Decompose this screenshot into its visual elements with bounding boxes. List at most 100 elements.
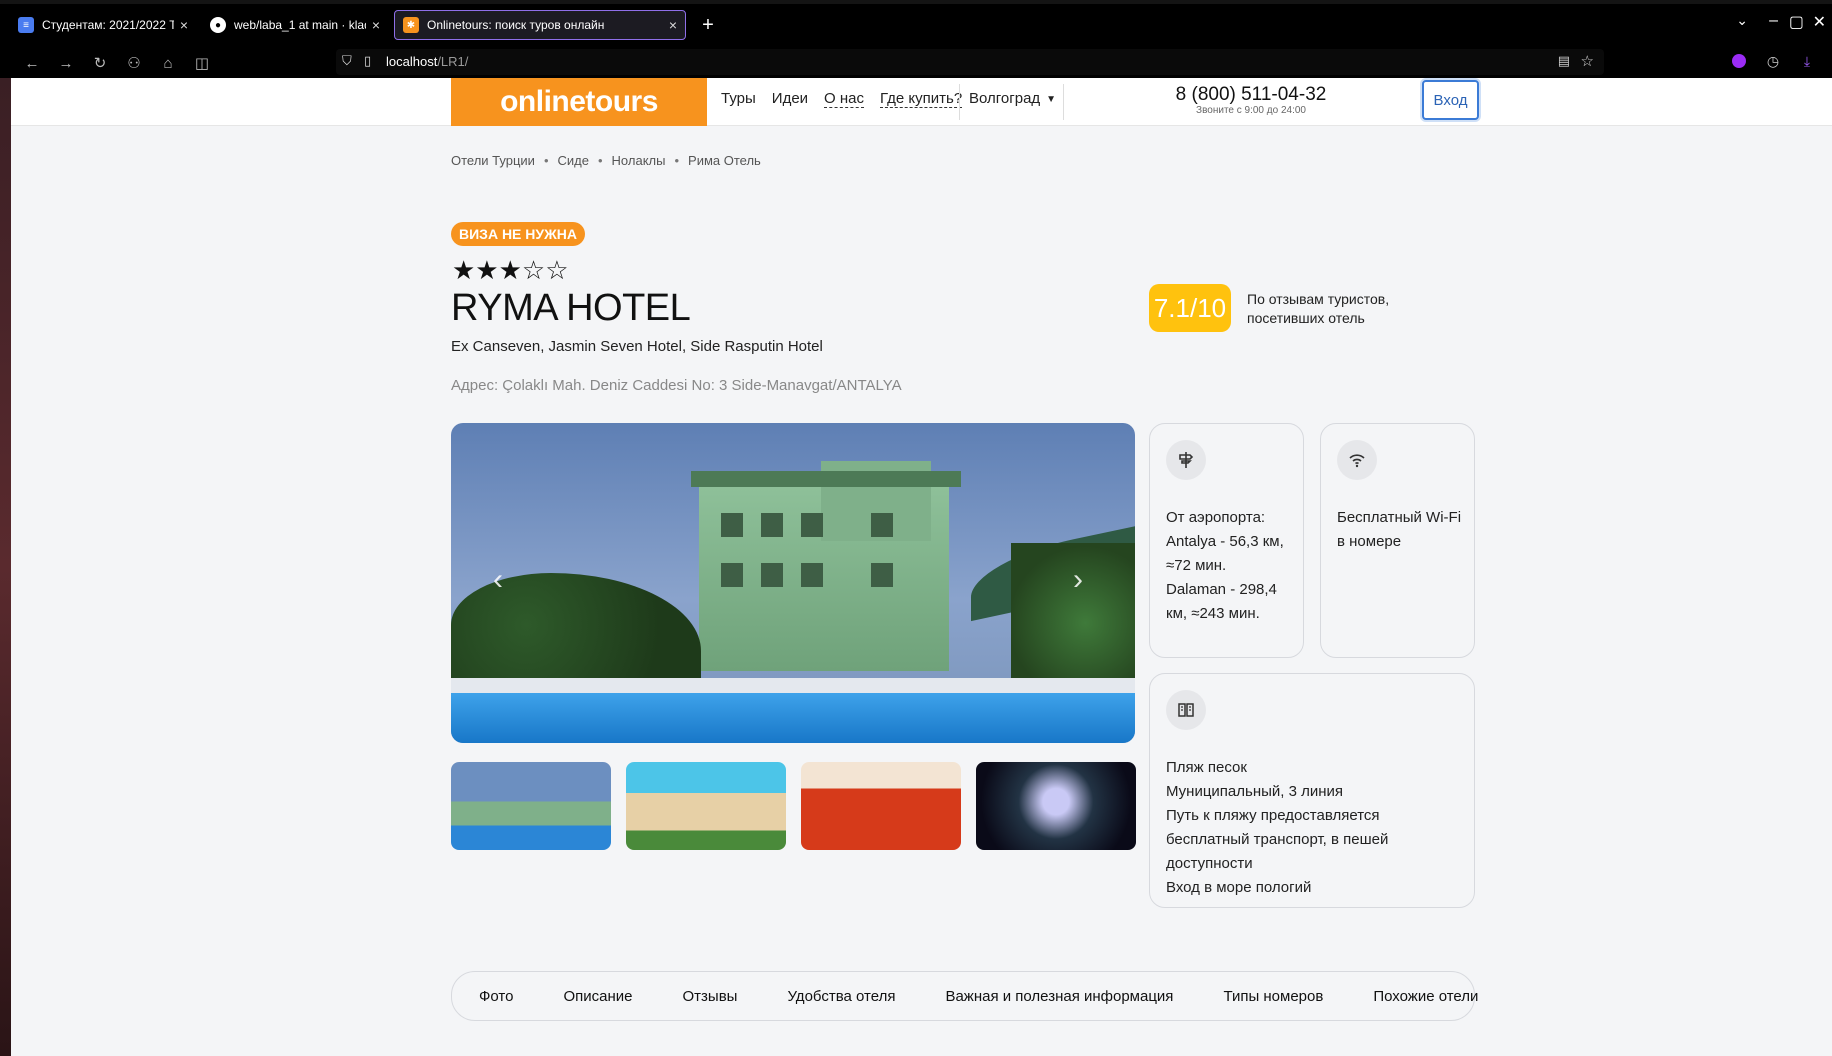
former-names: Ex Canseven, Jasmin Seven Hotel, Side Ra… — [451, 338, 823, 355]
forward-icon[interactable]: → — [54, 52, 78, 74]
site-logo[interactable]: onlinetours — [451, 78, 707, 126]
beach-icon — [1166, 690, 1206, 730]
maximize-icon[interactable]: ▢ — [1789, 12, 1804, 32]
photo-window — [761, 563, 783, 587]
gallery-thumbnail-2[interactable] — [626, 762, 786, 850]
breadcrumb-item[interactable]: Нолаклы — [612, 153, 666, 168]
tab-title: Onlinetours: поиск туров онлайн — [427, 18, 605, 32]
breadcrumb-separator: • — [674, 153, 680, 168]
page-icon: ▯ — [364, 53, 372, 68]
wifi-icon — [1337, 440, 1377, 480]
tab-important-info[interactable]: Важная и полезная информация — [945, 988, 1173, 1005]
account-icon[interactable]: ⚇ — [122, 52, 146, 74]
downloads-icon[interactable]: ⤓ — [1798, 52, 1816, 70]
browser-tab-2[interactable]: ● web/laba_1 at main · kladezh/web × — [202, 10, 388, 40]
main-menu: Туры Идеи О нас Где купить? — [721, 90, 963, 108]
photo-window — [801, 563, 823, 587]
beach-line: Вход в море пологий — [1166, 879, 1312, 896]
url-bar[interactable]: ⛉ ▯ localhost/LR1/ ▤ ☆ — [336, 49, 1604, 75]
sidebar-icon[interactable]: ◫ — [190, 52, 214, 74]
tab-description[interactable]: Описание — [563, 988, 632, 1005]
login-button[interactable]: Вход — [1422, 80, 1479, 120]
browser-tab-1[interactable]: ≡ Студентам: 2021/2022 Технологии × — [10, 10, 196, 40]
breadcrumb-item[interactable]: Рима Отель — [688, 153, 761, 168]
wifi-text: Бесплатный Wi-Fi в номере — [1337, 509, 1462, 550]
gallery-thumbnail-4[interactable] — [976, 762, 1136, 850]
bookmark-star-icon[interactable]: ☆ — [1581, 52, 1594, 70]
close-icon[interactable]: × — [372, 17, 380, 33]
beach-line: Путь к пляжу предоставляется бесплатный … — [1166, 807, 1389, 872]
photo-window — [721, 513, 743, 537]
shield-icon[interactable]: ⛉ — [342, 53, 352, 69]
breadcrumb-separator: • — [543, 153, 549, 168]
signpost-icon — [1166, 440, 1206, 480]
photo-gallery[interactable]: ‹ › — [451, 423, 1135, 743]
photo-window — [871, 563, 893, 587]
desktop-edge — [0, 78, 11, 1056]
window-close-icon[interactable]: ✕ — [1813, 12, 1826, 32]
tab-title: Студентам: 2021/2022 Технологии — [42, 18, 174, 32]
wifi-card: Бесплатный Wi-Fi в номере — [1320, 423, 1475, 658]
caret-down-icon: ▼ — [1046, 93, 1057, 105]
menu-divider — [959, 84, 960, 120]
menu-item-tours[interactable]: Туры — [721, 90, 756, 108]
city-label: Волгоград — [969, 90, 1041, 107]
tab-photo[interactable]: Фото — [479, 988, 513, 1005]
menu-item-about[interactable]: О нас — [824, 90, 865, 108]
menu-divider — [1063, 84, 1064, 120]
github-icon: ● — [210, 17, 226, 33]
gallery-prev-arrow[interactable]: ‹ — [493, 563, 503, 597]
minimize-icon[interactable]: – — [1769, 12, 1778, 30]
beach-line: Пляж песок — [1166, 759, 1247, 776]
gallery-thumbnail-3[interactable] — [801, 762, 961, 850]
menu-item-where-to-buy[interactable]: Где купить? — [880, 90, 963, 108]
beach-line: Муниципальный, 3 линия — [1166, 783, 1344, 800]
url-text[interactable]: localhost/LR1/ — [386, 54, 468, 69]
photo-pool — [451, 693, 1135, 743]
reload-icon[interactable]: ↻ — [88, 52, 112, 74]
page-title: RYMA HOTEL — [451, 287, 691, 329]
beach-card: Пляж песок Муниципальный, 3 линия Путь к… — [1149, 673, 1475, 908]
photo-window — [721, 563, 743, 587]
site-header: onlinetours Туры Идеи О нас Где купить? … — [11, 78, 1832, 126]
extension-icon[interactable] — [1730, 52, 1748, 70]
browser-tab-3-active[interactable]: ✱ Onlinetours: поиск туров онлайн × — [394, 10, 686, 40]
browser-tab-bar: ≡ Студентам: 2021/2022 Технологии × ● we… — [0, 0, 1832, 48]
tab-amenities[interactable]: Удобства отеля — [787, 988, 895, 1005]
list-all-tabs-icon[interactable]: ⌄ — [1736, 12, 1748, 29]
airport-line: Dalaman - 298,4 км, ≈243 мин. — [1166, 581, 1277, 622]
gallery-thumbnail-1[interactable] — [451, 762, 611, 850]
phone-number[interactable]: 8 (800) 511-04-32 — [1131, 84, 1371, 106]
gallery-next-arrow[interactable]: › — [1073, 563, 1083, 597]
close-icon[interactable]: × — [669, 17, 677, 33]
new-tab-button[interactable]: + — [694, 10, 722, 40]
home-icon[interactable]: ⌂ — [156, 52, 180, 74]
airport-line: От аэропорта: — [1166, 509, 1266, 526]
tab-room-types[interactable]: Типы номеров — [1223, 988, 1323, 1005]
menu-item-ideas[interactable]: Идеи — [772, 90, 808, 108]
tab-bar-top-line — [0, 0, 1832, 4]
breadcrumb: Отели Турции • Сиде • Нолаклы • Рима Оте… — [451, 153, 761, 168]
hotel-address: Адрес: Çolaklı Mah. Deniz Caddesi No: 3 … — [451, 377, 902, 394]
rating-badge: 7.1/10 — [1149, 284, 1231, 332]
back-icon[interactable]: ← — [20, 52, 44, 74]
phone-block: 8 (800) 511-04-32 Звоните с 9:00 до 24:0… — [1131, 84, 1371, 116]
breadcrumb-item[interactable]: Отели Турции — [451, 153, 535, 168]
page-viewport: onlinetours Туры Идеи О нас Где купить? … — [11, 78, 1832, 1056]
visa-badge: ВИЗА НЕ НУЖНА — [451, 222, 585, 246]
history-icon[interactable]: ◷ — [1764, 52, 1782, 70]
breadcrumb-separator: • — [597, 153, 603, 168]
beach-text: Пляж песок Муниципальный, 3 линия Путь к… — [1166, 756, 1462, 900]
tab-similar-hotels[interactable]: Похожие отели — [1373, 988, 1478, 1005]
rating-note: По отзывам туристов, посетивших отель — [1247, 291, 1390, 326]
tab-reviews[interactable]: Отзывы — [683, 988, 738, 1005]
city-selector[interactable]: Волгоград ▼ — [969, 90, 1056, 107]
call-hours: Звоните с 9:00 до 24:00 — [1196, 105, 1306, 116]
close-icon[interactable]: × — [180, 17, 188, 33]
star-rating: ★★★☆☆ — [452, 255, 569, 285]
airport-distance-card: От аэропорта: Antalya - 56,3 км, ≈72 мин… — [1149, 423, 1304, 658]
reader-view-icon[interactable]: ▤ — [1558, 53, 1570, 69]
breadcrumb-item[interactable]: Сиде — [558, 153, 589, 168]
airport-distance-text: От аэропорта: Antalya - 56,3 км, ≈72 мин… — [1166, 506, 1291, 626]
doc-icon: ≡ — [18, 17, 34, 33]
